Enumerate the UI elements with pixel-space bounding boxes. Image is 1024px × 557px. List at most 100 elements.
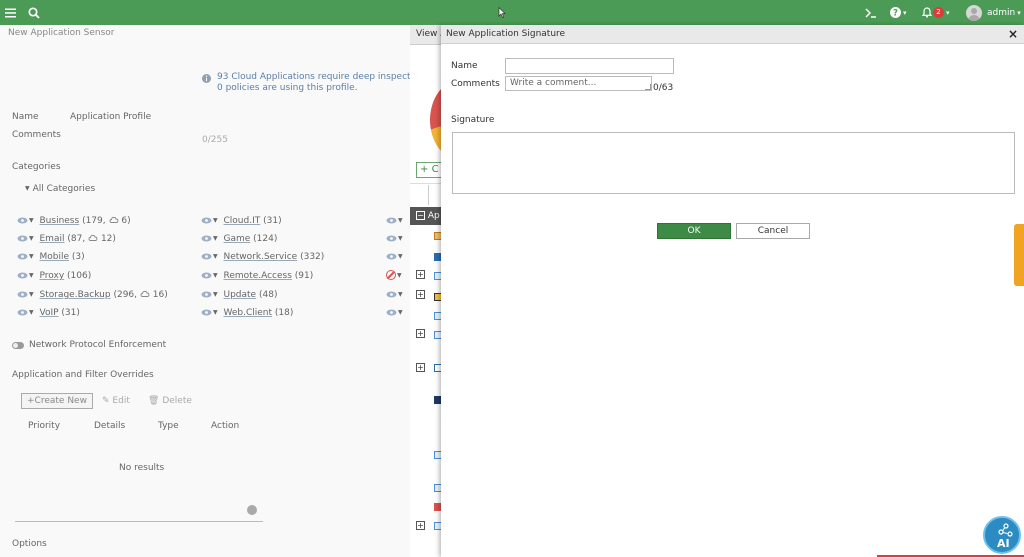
comments-counter: 0/63 (653, 83, 674, 93)
category-action[interactable]: ▼ (386, 270, 405, 281)
edit-button[interactable]: ✎ Edit (102, 396, 130, 406)
eye-icon (17, 309, 28, 316)
category-count: (332) (300, 252, 325, 262)
info-icon (202, 74, 211, 83)
chevron-down-icon: ▼ (398, 291, 403, 298)
column-header-details[interactable]: Details (94, 421, 125, 431)
toggle-switch[interactable] (12, 341, 24, 349)
category-item[interactable]: ▼ Web.Client (18) (201, 308, 293, 318)
category-item[interactable]: ▼ Network.Service (332) (201, 252, 324, 262)
table-divider (15, 521, 263, 522)
chevron-down-icon: ▾ (903, 8, 907, 17)
eye-icon (17, 291, 28, 298)
column-header-action[interactable]: Action (211, 421, 239, 431)
eye-icon (17, 217, 28, 224)
plus-icon: + (27, 396, 35, 406)
profile-name-field[interactable]: Application Profile (70, 112, 151, 122)
minus-icon: − (416, 211, 425, 220)
category-action[interactable]: ▼ (386, 290, 406, 300)
empty-table-message: No results (119, 463, 165, 473)
category-name[interactable]: Storage.Backup (40, 290, 111, 300)
options-label: Options (12, 539, 47, 549)
category-item[interactable]: ▼ Game (124) (201, 234, 277, 244)
chevron-down-icon: ▼ (213, 253, 218, 260)
signature-label: Signature (451, 115, 495, 125)
expand-icon[interactable]: + (416, 290, 425, 299)
ok-button[interactable]: OK (657, 223, 731, 239)
bell-icon (922, 7, 932, 18)
info-icon (247, 505, 257, 515)
category-name[interactable]: Proxy (40, 271, 65, 281)
help-menu-button[interactable]: ? ▾ (890, 0, 907, 25)
category-name[interactable]: Cloud.IT (224, 216, 261, 226)
avatar (966, 4, 982, 21)
hamburger-icon (5, 8, 16, 17)
expand-icon[interactable]: + (416, 521, 425, 530)
category-item[interactable]: ▼ Business (179, 6) (17, 216, 131, 226)
search-icon (28, 6, 40, 19)
category-item[interactable]: ▼ Remote.Access (91) (201, 271, 313, 281)
page-title: New Application Sensor (8, 28, 115, 38)
category-item[interactable]: ▼ Storage.Backup (296, 16) (17, 290, 168, 300)
category-action[interactable]: ▼ (386, 252, 406, 262)
hamburger-menu-button[interactable] (5, 0, 16, 25)
user-menu[interactable]: admin ▾ (966, 0, 1021, 25)
category-name[interactable]: VoIP (40, 308, 59, 318)
category-name[interactable]: Business (40, 216, 80, 226)
category-name[interactable]: Mobile (40, 252, 70, 262)
edit-label: Edit (112, 396, 130, 406)
chevron-down-icon: ▼ (29, 291, 34, 298)
cancel-button[interactable]: Cancel (736, 223, 810, 239)
ai-assistant-button[interactable]: AI (983, 516, 1021, 554)
all-categories-dropdown[interactable]: ▼ All Categories (24, 184, 95, 194)
category-item[interactable]: ▼ Update (48) (201, 290, 277, 300)
chevron-down-icon: ▼ (213, 272, 218, 279)
expand-icon[interactable]: + (416, 329, 425, 338)
resize-handle[interactable] (645, 84, 651, 90)
chevron-down-icon: ▾ (1017, 8, 1021, 17)
delete-button[interactable]: 🗑 Delete (148, 396, 192, 406)
categories-label: Categories (12, 162, 61, 172)
all-categories-label: All Categories (32, 184, 96, 194)
category-item[interactable]: ▼ Email (87, 12) (17, 234, 116, 244)
category-name[interactable]: Email (40, 234, 65, 244)
category-name[interactable]: Game (224, 234, 251, 244)
notification-count-badge: 2 (933, 7, 944, 18)
column-header-priority[interactable]: Priority (28, 421, 60, 431)
category-action[interactable]: ▼ (386, 216, 406, 226)
category-item[interactable]: ▼ VoIP (31) (17, 308, 80, 318)
expand-icon[interactable]: + (416, 363, 425, 372)
trash-icon: 🗑 (148, 396, 160, 406)
category-action[interactable]: ▼ (386, 234, 406, 244)
create-new-signature-button[interactable]: + C (416, 162, 442, 178)
name-label: Name (12, 112, 39, 122)
name-input[interactable] (505, 58, 674, 74)
category-name[interactable]: Remote.Access (224, 271, 292, 281)
expand-icon[interactable]: + (416, 270, 425, 279)
side-feedback-tab[interactable] (1014, 224, 1024, 286)
search-button[interactable] (28, 0, 40, 25)
category-name[interactable]: Web.Client (224, 308, 273, 318)
comments-textarea[interactable] (505, 76, 652, 91)
eye-icon (201, 217, 212, 224)
category-item[interactable]: ▼ Cloud.IT (31) (201, 216, 282, 226)
overrides-label: Application and Filter Overrides (12, 370, 154, 380)
category-name[interactable]: Update (224, 290, 257, 300)
application-group-header[interactable]: − Ap (410, 207, 442, 225)
eye-icon (386, 235, 397, 242)
eye-icon (17, 272, 28, 279)
network-protocol-toggle[interactable]: Network Protocol Enforcement (12, 340, 166, 350)
eye-icon (386, 253, 397, 260)
chevron-down-icon: ▼ (398, 235, 403, 242)
close-icon[interactable]: × (1008, 27, 1018, 41)
column-header-type[interactable]: Type (158, 421, 179, 431)
category-item[interactable]: ▼ Mobile (3) (17, 252, 85, 262)
signature-textarea[interactable] (452, 132, 1015, 194)
category-name[interactable]: Network.Service (224, 252, 298, 262)
cli-console-button[interactable] (865, 0, 877, 25)
comments-label: Comments (451, 79, 500, 89)
create-new-button[interactable]: +Create New (21, 393, 93, 409)
notifications-button[interactable]: 2 ▾ (922, 0, 950, 25)
category-item[interactable]: ▼ Proxy (106) (17, 271, 91, 281)
category-action[interactable]: ▼ (386, 308, 406, 318)
